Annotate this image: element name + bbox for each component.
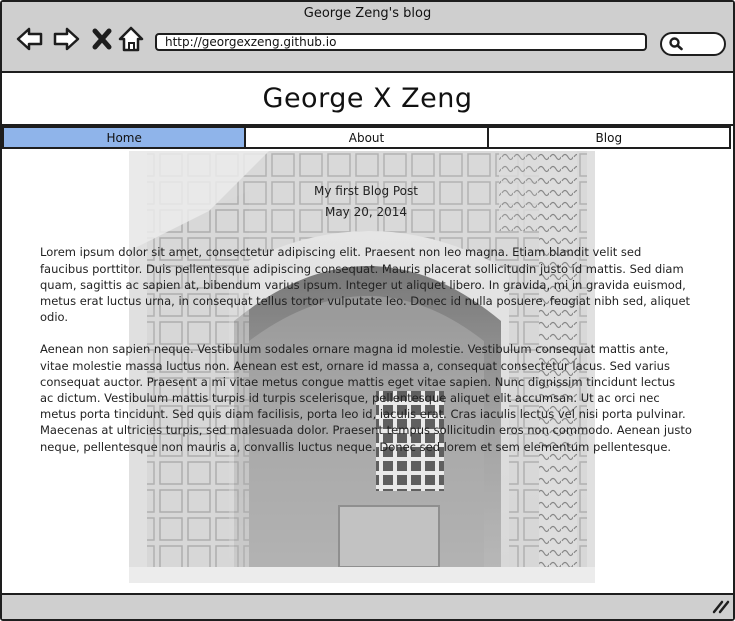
address-bar[interactable]: http://georgexzeng.github.io: [155, 33, 647, 51]
post-paragraph: Lorem ipsum dolor sit amet, consectetur …: [40, 245, 691, 325]
forward-arrow-icon[interactable]: [52, 24, 82, 54]
post-title: My first Blog Post: [314, 184, 418, 198]
site-title: George X Zeng: [262, 83, 473, 114]
status-bar: [2, 593, 733, 619]
tab-about[interactable]: About: [244, 128, 487, 147]
main-content: My first Blog Post May 20, 2014 Lorem ip…: [2, 151, 731, 591]
browser-toolbar: George Zeng's blog http://georgexzeng.gi…: [2, 2, 733, 73]
nav-tabs: Home About Blog: [2, 126, 731, 149]
tab-blog[interactable]: Blog: [486, 128, 729, 147]
search-input[interactable]: [660, 32, 726, 56]
resize-grip-icon[interactable]: [712, 600, 730, 614]
site-header: George X Zeng: [2, 73, 733, 126]
blog-post: My first Blog Post May 20, 2014 Lorem ip…: [40, 151, 692, 455]
post-paragraph: Aenean non sapien neque. Vestibulum soda…: [40, 342, 692, 454]
search-icon: [669, 37, 683, 51]
url-text: http://georgexzeng.github.io: [165, 35, 337, 49]
window-title: George Zeng's blog: [303, 6, 432, 21]
post-date: May 20, 2014: [324, 205, 408, 220]
tab-home[interactable]: Home: [2, 128, 245, 147]
home-icon[interactable]: [117, 24, 147, 54]
back-arrow-icon[interactable]: [14, 24, 44, 54]
close-icon[interactable]: [88, 24, 118, 54]
